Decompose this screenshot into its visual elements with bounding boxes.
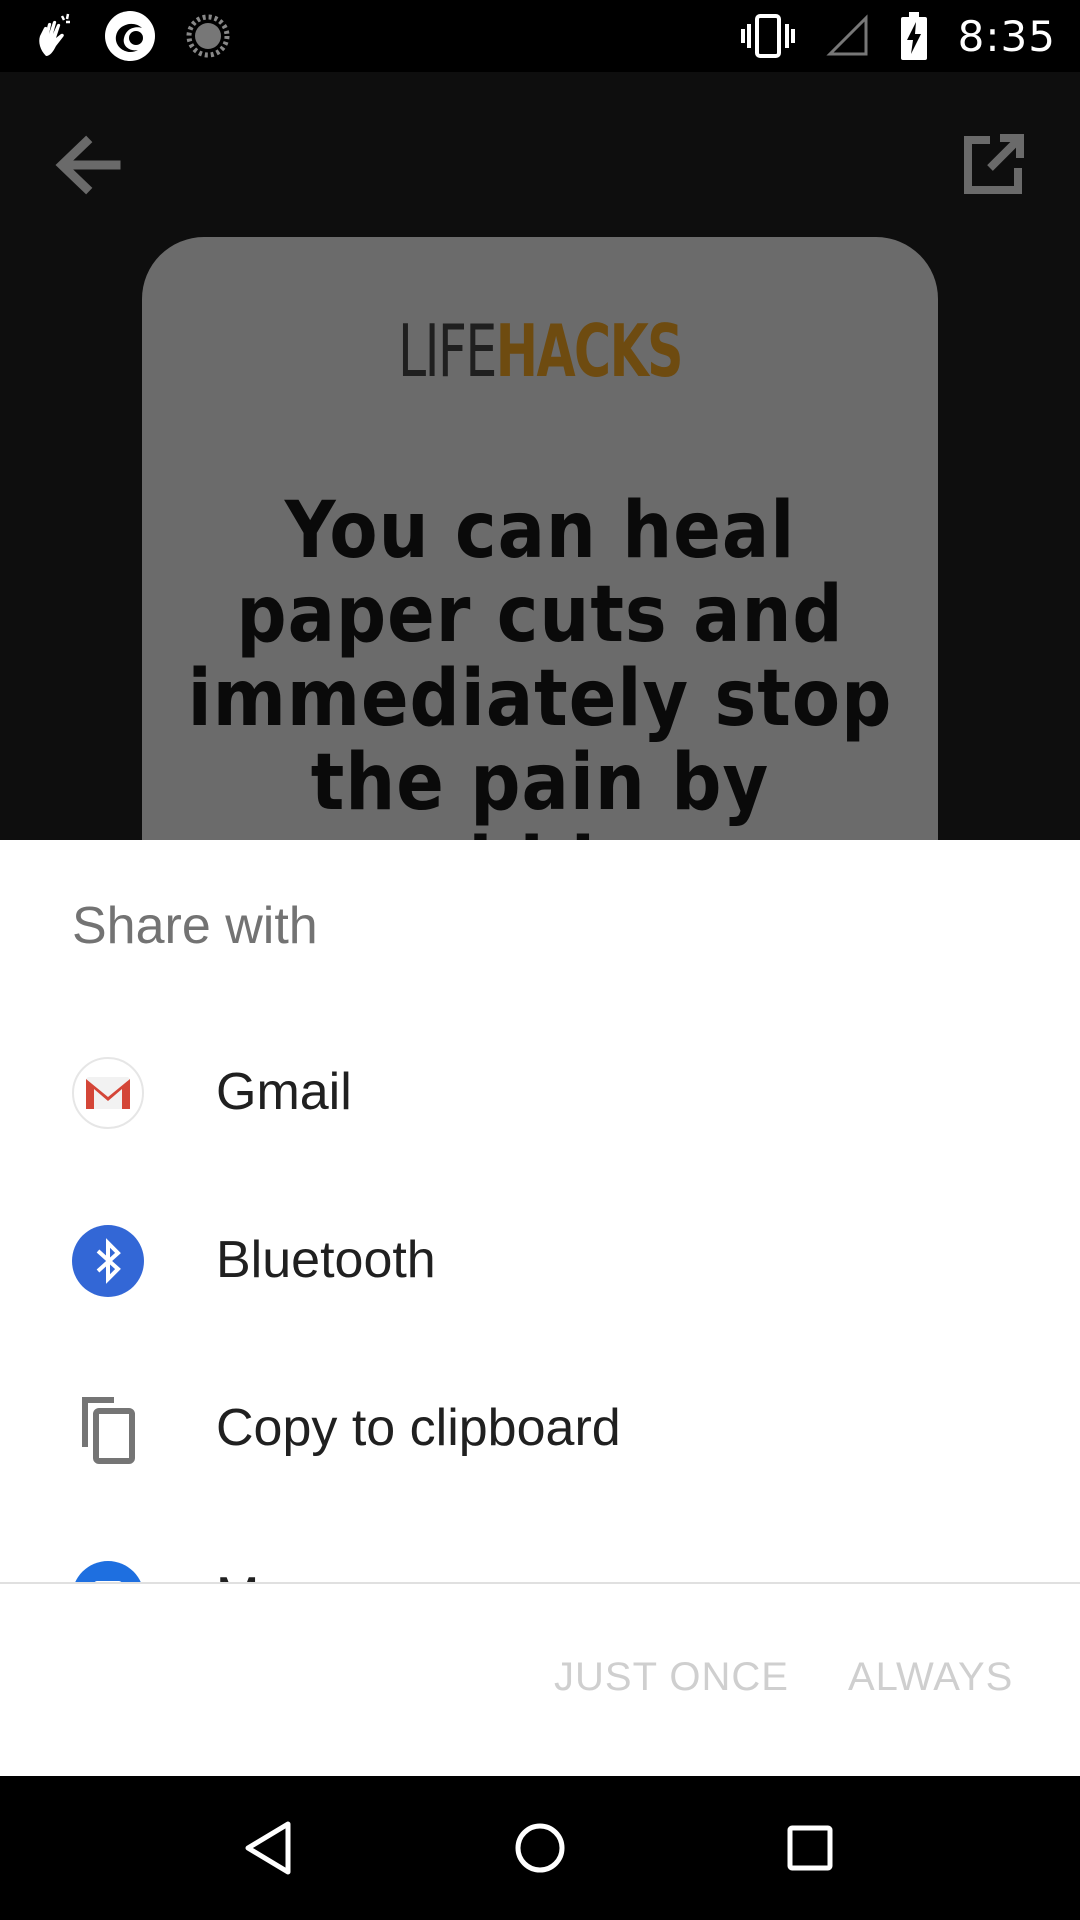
loading-icon: [186, 14, 230, 58]
share-item-label: Gmail: [216, 1063, 352, 1121]
vibrate-icon: [740, 14, 795, 58]
brand-hacks: HACKS: [495, 309, 684, 393]
fact-text: You can heal paper cuts and immediately …: [187, 486, 893, 840]
nav-back-icon[interactable]: [234, 1812, 306, 1884]
brand-logo: LIFEHACKS: [230, 309, 851, 393]
always-button[interactable]: ALWAYS: [848, 1655, 1013, 1700]
status-right-icons: 8:35: [740, 11, 1056, 61]
copy-icon: [82, 1397, 135, 1464]
share-item-label: Copy to clipboard: [216, 1399, 621, 1457]
status-bar: 8:35: [0, 0, 1080, 72]
share-external-icon[interactable]: [960, 132, 1026, 198]
share-item-label: M: [216, 1566, 259, 1582]
background-app: LIFEHACKS You can heal paper cuts and im…: [0, 72, 1080, 840]
status-left-icons: [34, 11, 230, 61]
fact-card: LIFEHACKS You can heal paper cuts and im…: [142, 237, 938, 840]
just-once-button[interactable]: JUST ONCE: [554, 1655, 789, 1700]
gmail-icon: [72, 1057, 144, 1129]
nav-home-icon[interactable]: [504, 1812, 576, 1884]
share-item-copy-clipboard[interactable]: Copy to clipboard: [0, 1344, 1080, 1512]
share-item-messages[interactable]: M: [0, 1512, 1080, 1582]
gesture-icon: [39, 13, 70, 57]
divider: [0, 1582, 1080, 1584]
share-item-bluetooth[interactable]: Bluetooth: [0, 1176, 1080, 1344]
bluetooth-icon: [72, 1225, 144, 1297]
share-item-gmail[interactable]: Gmail: [0, 1008, 1080, 1176]
nav-recents-icon[interactable]: [774, 1812, 846, 1884]
app-circle-icon: [105, 11, 155, 61]
navigation-bar: [0, 1776, 1080, 1920]
sheet-title: Share with: [72, 897, 318, 955]
signal-icon: [826, 14, 868, 56]
back-arrow-icon[interactable]: [52, 130, 122, 200]
messages-icon: [75, 1561, 141, 1582]
share-item-label: Bluetooth: [216, 1231, 436, 1289]
brand-life: LIFE: [398, 309, 497, 393]
clipped-list-area: M: [0, 1512, 1080, 1582]
clock: 8:35: [957, 11, 1056, 61]
share-sheet: Share with Gmail Bluetooth Copy to clipb…: [0, 840, 1080, 1776]
battery-charging-icon: [900, 12, 927, 60]
